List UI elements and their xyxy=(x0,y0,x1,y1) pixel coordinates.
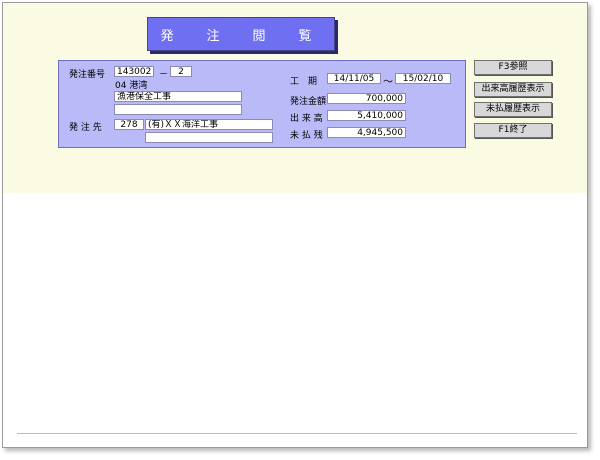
f1-exit-button[interactable]: F1終了 xyxy=(474,123,552,138)
order-amount-field[interactable]: 700,000 xyxy=(327,93,406,104)
amount-label: 発注金額 xyxy=(290,97,327,107)
period-separator: ～ xyxy=(383,77,393,88)
order-branch-field[interactable]: 2 xyxy=(170,66,192,77)
page-title: 発 注 閲 覧 xyxy=(147,17,335,51)
bottom-divider xyxy=(17,433,577,434)
progress-amount-field[interactable]: 5,410,000 xyxy=(327,110,406,121)
header-panel: 発 注 閲 覧 発注番号 143002 － 2 04 港湾 漁港保全工事 発 注… xyxy=(3,3,587,193)
project-extra-field[interactable] xyxy=(114,104,242,115)
vendor-label: 発 注 先 xyxy=(69,123,102,133)
period-label: 工 期 xyxy=(290,77,318,87)
unpaid-label: 未 払 残 xyxy=(290,131,323,141)
area-code-name: 04 港湾 xyxy=(115,81,148,91)
project-name-field[interactable]: 漁港保全工事 xyxy=(114,91,242,102)
vendor-name-field[interactable]: (有)ＸＸ海洋工事 xyxy=(145,119,273,130)
order-no-label: 発注番号 xyxy=(69,70,106,80)
period-end-field[interactable]: 15/02/10 xyxy=(395,73,451,84)
order-no-separator: － xyxy=(159,70,169,80)
window-frame: 発 注 閲 覧 発注番号 143002 － 2 04 港湾 漁港保全工事 発 注… xyxy=(2,2,588,448)
unpaid-history-button[interactable]: 未払履歴表示 xyxy=(474,102,552,117)
order-no-field[interactable]: 143002 xyxy=(114,66,154,77)
f3-reference-button[interactable]: F3参照 xyxy=(474,60,552,75)
progress-label: 出 来 高 xyxy=(290,114,323,124)
order-info-panel: 発注番号 143002 － 2 04 港湾 漁港保全工事 発 注 先 278 (… xyxy=(58,60,466,148)
unpaid-amount-field[interactable]: 4,945,500 xyxy=(327,127,406,138)
period-start-field[interactable]: 14/11/05 xyxy=(327,73,381,84)
vendor-code-field[interactable]: 278 xyxy=(114,119,144,130)
vendor-extra-field[interactable] xyxy=(145,132,273,143)
progress-history-button[interactable]: 出来高履歴表示 xyxy=(474,82,552,97)
